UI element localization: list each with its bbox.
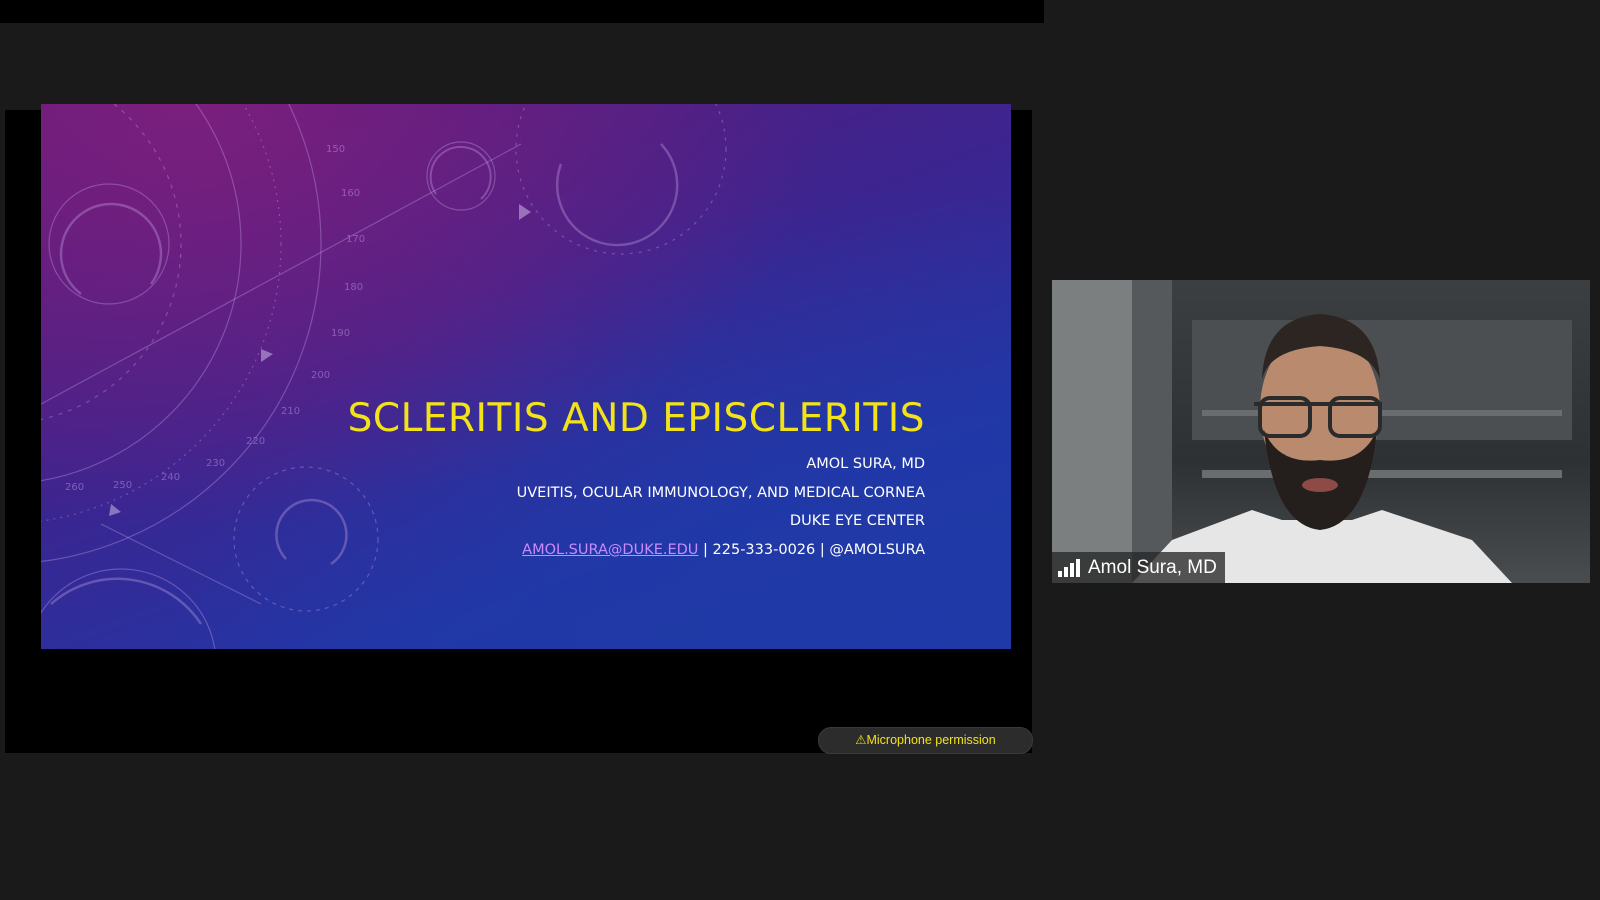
presenter-department: UVEITIS, OCULAR IMMUNOLOGY, AND MEDICAL … <box>516 485 925 501</box>
participant-name-label: Amol Sura, MD <box>1052 552 1225 583</box>
dial-number: 190 <box>331 328 350 339</box>
participant-video-feed <box>1052 280 1572 583</box>
dial-number: 250 <box>113 480 132 491</box>
slide-title: SCLERITIS AND EPISCLERITIS <box>347 396 925 441</box>
participant-video-tile[interactable] <box>1052 280 1590 583</box>
participant-name: Amol Sura, MD <box>1088 557 1217 578</box>
microphone-permission-label: Microphone permission <box>866 733 996 747</box>
dial-number: 180 <box>344 282 363 293</box>
dial-number: 220 <box>246 436 265 447</box>
signal-strength-icon <box>1058 558 1080 577</box>
slide-background-decoration: 150 160 170 180 190 200 210 220 230 240 … <box>41 104 727 649</box>
warning-icon: ⚠ <box>855 733 867 747</box>
dial-number: 240 <box>161 472 180 483</box>
contact-details: | 225-333-0026 | @AMOLSURA <box>698 542 925 558</box>
shared-slide: 150 160 170 180 190 200 210 220 230 240 … <box>41 104 1011 649</box>
dial-number: 210 <box>281 406 300 417</box>
dial-number: 170 <box>346 234 365 245</box>
dial-number: 150 <box>326 144 345 155</box>
dial-number: 260 <box>65 482 84 493</box>
presenter-name: AMOL SURA, MD <box>806 456 925 472</box>
dial-number: 200 <box>311 370 330 381</box>
microphone-permission-button[interactable]: ⚠Microphone permission <box>818 727 1033 754</box>
dial-number: 160 <box>341 188 360 199</box>
email-link[interactable]: AMOL.SURA@DUKE.EDU <box>522 542 698 558</box>
dial-number: 230 <box>206 458 225 469</box>
presenter-institution: DUKE EYE CENTER <box>789 513 925 529</box>
top-bar <box>0 0 1044 23</box>
presenter-contact: AMOL.SURA@DUKE.EDU | 225-333-0026 | @AMO… <box>522 542 925 558</box>
